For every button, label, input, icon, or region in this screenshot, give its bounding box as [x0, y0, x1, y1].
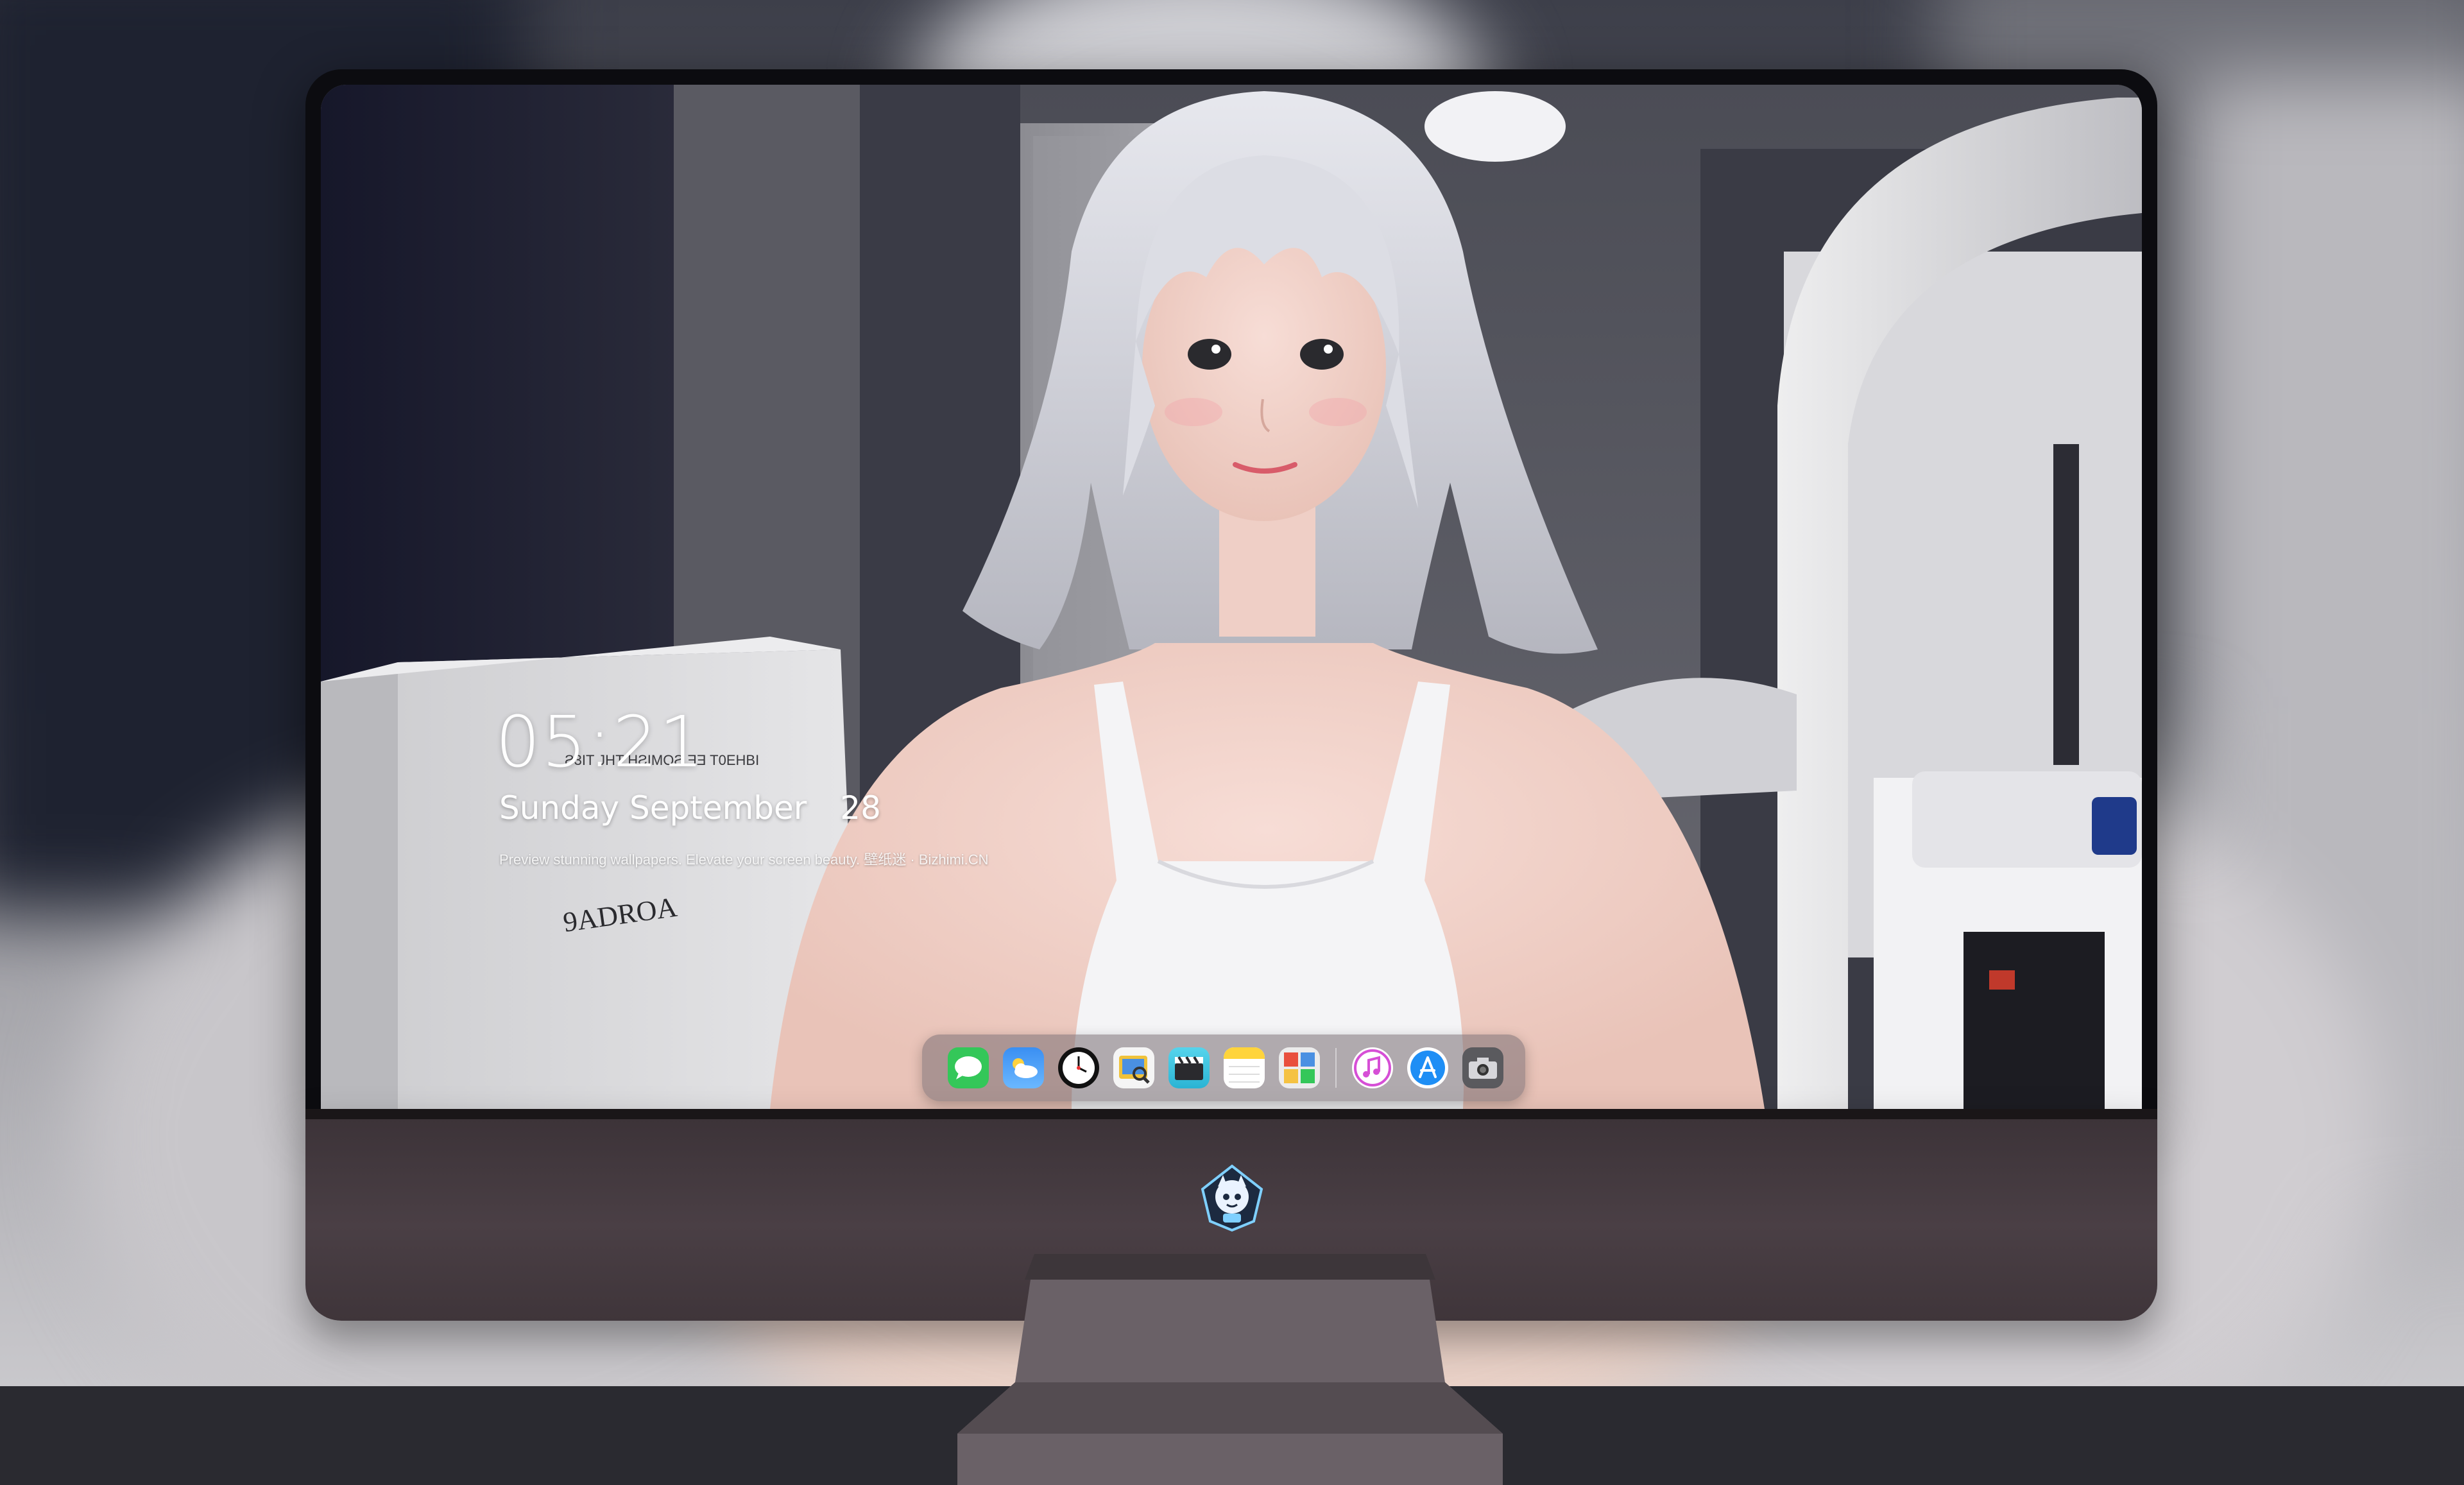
wallpaper: 9ADROA Ƨ3IT JHT HƧIMOƧ ƎƎ T0EHBI — [321, 85, 2142, 1109]
lock-date: Sunday September 28 — [499, 789, 881, 827]
notes-icon[interactable] — [1224, 1047, 1265, 1088]
lock-tagline: Preview stunning wallpapers. Elevate you… — [499, 852, 989, 868]
lock-clock: 05:21 — [495, 701, 706, 783]
clock-icon[interactable] — [1058, 1047, 1099, 1088]
music-icon[interactable] — [1352, 1047, 1393, 1088]
dock — [922, 1034, 1525, 1101]
screen: 9ADROA Ƨ3IT JHT HƧIMOƧ ƎƎ T0EHBI 05:21 S… — [321, 85, 2142, 1109]
preview-icon[interactable] — [1113, 1047, 1154, 1088]
date-month: September — [629, 789, 807, 827]
messages-icon[interactable] — [948, 1047, 989, 1088]
weather-icon[interactable] — [1003, 1047, 1044, 1088]
date-day: 28 — [840, 789, 881, 827]
camera-icon[interactable] — [1462, 1047, 1503, 1088]
dock-separator — [1335, 1048, 1337, 1088]
monitor: 9ADROA Ƨ3IT JHT HƧIMOƧ ƎƎ T0EHBI 05:21 S… — [305, 69, 2157, 1485]
date-weekday: Sunday — [499, 789, 620, 827]
photo-grid-icon[interactable] — [1279, 1047, 1320, 1088]
clapboard-icon[interactable] — [1168, 1047, 1210, 1088]
app-store-icon[interactable] — [1407, 1047, 1448, 1088]
monitor-stand — [957, 1254, 1503, 1485]
chin-divider — [305, 1109, 2157, 1119]
mascot-logo-icon — [1197, 1163, 1267, 1233]
monitor-bezel: 9ADROA Ƨ3IT JHT HƧIMOƧ ƎƎ T0EHBI 05:21 S… — [305, 69, 2157, 1122]
